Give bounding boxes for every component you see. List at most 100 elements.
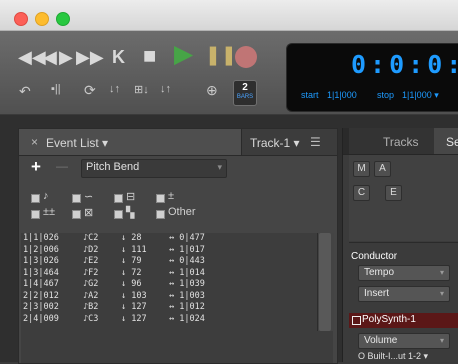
sysex-icon: ▚ (126, 207, 135, 219)
previous-button[interactable]: ◀ (43, 47, 57, 67)
tab-se[interactable]: Se (446, 135, 458, 149)
event-note: ♪B2 (83, 302, 99, 312)
tempo-dropdown[interactable]: Tempo ▾ (358, 265, 450, 281)
filter-program-checkbox[interactable] (72, 210, 81, 219)
event-position: 1|1|026 (23, 233, 59, 243)
tempo-value: Tempo (364, 267, 395, 278)
add-event-button[interactable]: + (31, 158, 41, 175)
panel-menu-icon[interactable]: ☰ (310, 135, 321, 149)
event-velocity: ↓ 127 (121, 313, 147, 324)
event-note: ♪E2 (83, 256, 99, 266)
filter-notes-checkbox[interactable] (31, 194, 40, 203)
zoom-window-button[interactable] (56, 12, 70, 26)
filter-pitchbend-checkbox[interactable] (72, 194, 81, 203)
record-button[interactable] (235, 46, 257, 68)
stop-button[interactable]: ■ (143, 45, 156, 67)
track-selector[interactable]: Track-1 ▾ (250, 136, 300, 150)
chevron-down-icon: ▾ (439, 268, 444, 277)
event-note: ♪A2 (83, 290, 99, 301)
event-length: ↔ 1|024 (169, 313, 205, 324)
event-velocity: ↓ 127 (121, 302, 147, 312)
polysynth-track-name: PolySynth-1 (362, 314, 416, 325)
event-length: ↔ 0|443 (169, 256, 205, 266)
panel-divider (343, 128, 349, 154)
filter-aftertouch-checkbox[interactable] (156, 194, 165, 203)
filter-other-checkbox[interactable] (156, 210, 165, 219)
punch-out-icon[interactable]: ↓↑ (160, 83, 171, 95)
event-length: ↔ 1|014 (169, 267, 205, 278)
event-velocity: ↓ 96 (121, 279, 142, 289)
event-list-title[interactable]: Event List ▾ (46, 136, 108, 150)
start-value[interactable]: 1|1|000 (327, 90, 357, 100)
close-window-button[interactable] (14, 12, 28, 26)
chord-button[interactable]: C (353, 185, 370, 201)
output-selector[interactable]: O Built-I...ut 1-2 ▾ (358, 351, 428, 362)
filter-poly-aftertouch-checkbox[interactable] (31, 210, 40, 219)
event-length: ↔ 1|003 (169, 290, 205, 301)
minimize-window-button[interactable] (35, 12, 49, 26)
event-note: ♪D2 (83, 244, 99, 255)
filter-sysex-checkbox[interactable] (114, 210, 123, 219)
remove-event-button[interactable]: — (56, 159, 68, 173)
event-list: 1|1|026 ♪C2 ↓ 28 ↔ 0|477 1|2|006 ♪D2 ↓ 111 ↔ 1|… (21, 233, 334, 363)
volume-dropdown[interactable]: Volume ▾ (358, 333, 450, 349)
close-tab-icon[interactable]: × (31, 135, 38, 149)
rewind-button[interactable]: ◀◀ (18, 47, 46, 67)
bars-button[interactable]: 2 BARS (233, 80, 257, 106)
metronome-icon[interactable]: ▪|| (51, 83, 61, 95)
event-length: ↔ 1|017 (169, 244, 205, 255)
chevron-down-icon: ▾ (439, 289, 444, 298)
automation-button[interactable]: A (374, 161, 391, 177)
divider (349, 242, 458, 243)
poly-aftertouch-icon: ±± (43, 206, 56, 218)
event-velocity: ↓ 103 (121, 290, 147, 301)
chevron-down-icon: ▾ (217, 162, 222, 172)
fast-forward-button[interactable]: ▶▶ (76, 47, 104, 67)
loop-icon[interactable]: ⟳ (84, 82, 96, 99)
volume-value: Volume (364, 335, 398, 346)
pitchbend-icon: ∽ (84, 191, 94, 203)
event-note: ♪G2 (83, 279, 99, 289)
event-length: ↔ 0|477 (169, 233, 205, 243)
event-velocity: ↓ 72 (121, 267, 142, 278)
scrollbar-thumb[interactable] (319, 233, 331, 331)
event-position: 2|3|002 (23, 302, 59, 312)
edit-button[interactable]: E (385, 185, 402, 201)
stop-label: stop (377, 90, 395, 100)
event-velocity: ↓ 111 (121, 244, 147, 255)
event-type-value: Pitch Bend (86, 161, 140, 173)
punch-in-icon[interactable]: ↓↑ (109, 83, 120, 95)
mute-button[interactable]: M (353, 161, 370, 177)
quantize-icon[interactable]: ⊞↓ (134, 83, 149, 96)
event-length: ↔ 1|039 (169, 279, 205, 289)
tab-tracks[interactable]: Tracks (383, 135, 419, 149)
instrument-icon (352, 316, 361, 325)
event-position: 2|2|012 (23, 290, 59, 301)
filter-controller-checkbox[interactable] (114, 194, 123, 203)
conductor-label: Conductor (351, 251, 398, 262)
insert-value: Insert (364, 288, 390, 299)
undo-icon[interactable]: ↶ (19, 83, 31, 100)
insert-dropdown[interactable]: Insert ▾ (358, 286, 450, 302)
next-button[interactable]: ▶ (59, 47, 73, 67)
play-button[interactable]: ▶ (174, 42, 193, 67)
return-to-zero-button[interactable]: K (112, 47, 125, 67)
event-position: 1|3|026 (23, 256, 59, 266)
event-position: 1|3|464 (23, 267, 59, 278)
event-position: 1|2|006 (23, 244, 59, 255)
event-position: 1|4|467 (23, 279, 59, 289)
event-type-select[interactable]: Pitch Bend ▾ (81, 159, 227, 178)
time-counter: 0:0:0: start 1|1|000 stop 1|1|000 ▾ (286, 43, 458, 112)
event-velocity: ↓ 28 (121, 233, 142, 243)
event-note: ♪F2 (83, 267, 99, 278)
event-velocity: ↓ 79 (121, 256, 142, 266)
chevron-down-icon: ▾ (439, 336, 444, 345)
pause-button[interactable]: ❚❚ (205, 46, 237, 66)
add-icon[interactable]: ⊕ (206, 82, 218, 99)
note-icon: ♪ (43, 190, 49, 202)
filter-other-label: Other (168, 206, 196, 218)
event-note: ♪C3 (83, 313, 99, 324)
bars-unit: BARS (236, 94, 254, 100)
stop-value[interactable]: 1|1|000 ▾ (402, 90, 439, 101)
event-list-panel: × Event List ▾ Track-1 ▾ ☰ + — Pitch Ben… (18, 128, 338, 364)
